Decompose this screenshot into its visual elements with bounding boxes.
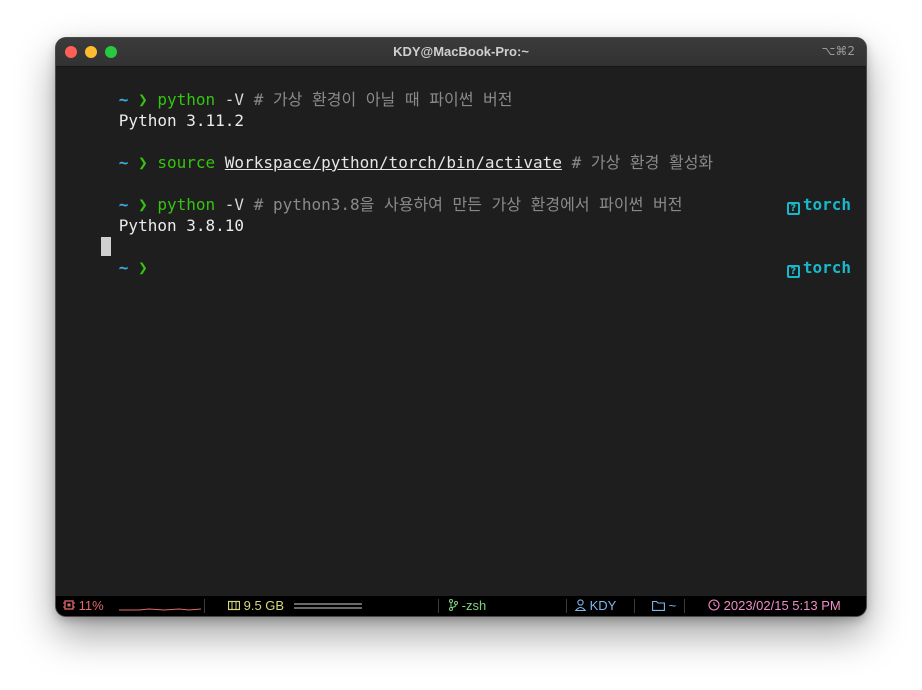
- output-text: Python 3.11.2: [118, 111, 245, 130]
- output-text: Python 3.8.10: [118, 216, 245, 235]
- venv-indicator: ? torch: [729, 236, 851, 278]
- datetime-status[interactable]: 2023/02/15 5:13 PM: [708, 596, 841, 616]
- command-comment: # python3.8을 사용하여 만든 가상 환경에서 파이썬 버전: [244, 195, 683, 214]
- cpu-icon: [63, 600, 75, 610]
- status-divider: [684, 599, 685, 613]
- python-icon: ?: [786, 265, 800, 278]
- datetime-value: 2023/02/15 5:13 PM: [723, 598, 841, 613]
- text-cursor: [101, 237, 111, 256]
- directory-status[interactable]: ~: [652, 596, 676, 616]
- status-bar: 11% 9.5 GB -zsh KDY ~ 2023/02/15 5:13 PM: [56, 596, 866, 616]
- user-icon: [574, 599, 587, 612]
- status-divider: [566, 599, 567, 613]
- cpu-status[interactable]: 11%: [63, 596, 104, 616]
- title-bar[interactable]: KDY@MacBook-Pro:~ ⌥⌘2: [56, 38, 866, 67]
- command-comment: # 가상 환경 활성화: [561, 153, 714, 172]
- shell-value: -zsh: [461, 598, 487, 613]
- directory-value: ~: [668, 598, 677, 613]
- status-divider: [438, 599, 439, 613]
- memory-sparkline: [294, 603, 362, 609]
- prompt-dir: ~: [118, 153, 129, 172]
- command-path[interactable]: Workspace/python/torch/bin/activate: [225, 153, 562, 172]
- window-shortcut: ⌥⌘2: [821, 44, 855, 58]
- shell-status[interactable]: -zsh: [448, 596, 486, 616]
- venv-name: torch: [802, 258, 851, 277]
- python-icon: ?: [786, 202, 800, 215]
- cpu-value: 11%: [78, 598, 104, 613]
- prompt-arrow: ❯: [138, 153, 148, 172]
- memory-status[interactable]: 9.5 GB: [227, 596, 285, 616]
- terminal-content[interactable]: ~ ❯ python -V # 가상 환경이 아닐 때 파이썬 버전 Pytho…: [56, 67, 866, 596]
- memory-value: 9.5 GB: [243, 598, 285, 613]
- command-name: source: [157, 153, 216, 172]
- terminal-line: ~ ❯ python -V # python3.8을 사용하여 만든 가상 환경…: [61, 173, 683, 214]
- user-value: KDY: [589, 598, 617, 613]
- prompt-arrow: ❯: [138, 258, 148, 277]
- cpu-sparkline: [119, 608, 201, 611]
- folder-icon: [652, 600, 665, 611]
- clock-icon: [708, 599, 720, 611]
- status-divider: [204, 599, 205, 613]
- terminal-line: ~ ❯ python -V # 가상 환경이 아닐 때 파이썬 버전: [61, 68, 513, 109]
- git-branch-icon: [449, 599, 458, 611]
- terminal-output: Python 3.11.2: [61, 89, 244, 130]
- terminal-line: ~ ❯ source Workspace/python/torch/bin/ac…: [61, 131, 713, 172]
- venv-indicator: ? torch: [729, 173, 851, 215]
- prompt-dir: ~: [118, 258, 129, 277]
- window-title: KDY@MacBook-Pro:~: [393, 44, 529, 59]
- user-status[interactable]: KDY: [574, 596, 617, 616]
- terminal-output: Python 3.8.10: [61, 194, 244, 235]
- status-divider: [634, 599, 635, 613]
- command-comment: # 가상 환경이 아닐 때 파이썬 버전: [244, 90, 513, 109]
- terminal-window: KDY@MacBook-Pro:~ ⌥⌘2 ~ ❯ python -V # 가상…: [56, 38, 866, 616]
- venv-name: torch: [802, 195, 851, 214]
- memory-icon: [227, 600, 241, 611]
